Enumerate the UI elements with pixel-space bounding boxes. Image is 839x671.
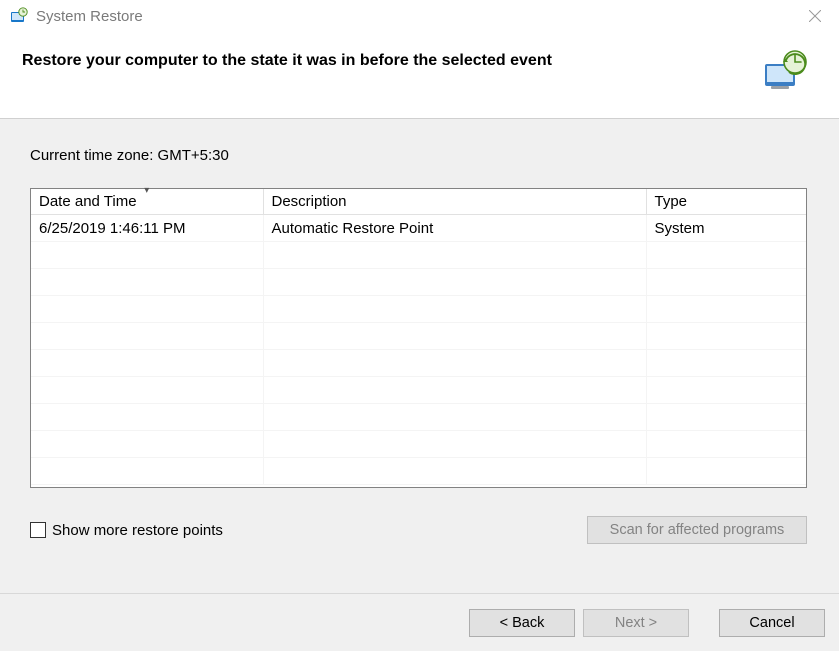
cancel-button[interactable]: Cancel <box>719 609 825 637</box>
titlebar: System Restore <box>0 0 839 32</box>
table-row[interactable] <box>31 242 806 269</box>
button-label: < Back <box>500 615 545 631</box>
show-more-restore-points-checkbox[interactable]: Show more restore points <box>30 522 223 539</box>
checkbox-label: Show more restore points <box>52 522 223 539</box>
column-header-label: Type <box>655 193 688 210</box>
cell-date: 6/25/2019 1:46:11 PM <box>31 215 263 242</box>
timezone-label: Current time zone: GMT+5:30 <box>30 147 807 164</box>
column-header-type[interactable]: Type <box>646 189 806 215</box>
column-header-label: Date and Time <box>39 193 137 210</box>
below-table-row: Show more restore points Scan for affect… <box>30 516 807 544</box>
cell-description: Automatic Restore Point <box>263 215 646 242</box>
content-panel: Current time zone: GMT+5:30 ▾ Date and T… <box>0 119 839 593</box>
table-row[interactable] <box>31 431 806 458</box>
checkbox-box-icon <box>30 522 46 538</box>
back-button[interactable]: < Back <box>469 609 575 637</box>
table-row[interactable] <box>31 458 806 485</box>
table-row[interactable] <box>31 404 806 431</box>
next-button[interactable]: Next > <box>583 609 689 637</box>
table-row[interactable] <box>31 323 806 350</box>
app-icon <box>10 7 28 25</box>
header: Restore your computer to the state it wa… <box>0 32 839 118</box>
close-icon <box>809 10 821 22</box>
page-headline: Restore your computer to the state it wa… <box>22 48 761 70</box>
table-row[interactable] <box>31 377 806 404</box>
button-label: Next > <box>615 615 657 631</box>
column-header-description[interactable]: Description <box>263 189 646 215</box>
table-row[interactable] <box>31 296 806 323</box>
column-header-date[interactable]: ▾ Date and Time <box>31 189 263 215</box>
table-row[interactable] <box>31 350 806 377</box>
table-header-row: ▾ Date and Time Description Type <box>31 189 806 215</box>
column-header-label: Description <box>272 193 347 210</box>
sort-descending-icon: ▾ <box>144 185 149 196</box>
cell-type: System <box>646 215 806 242</box>
table-row[interactable]: 6/25/2019 1:46:11 PM Automatic Restore P… <box>31 215 806 242</box>
button-label: Scan for affected programs <box>610 522 785 538</box>
button-label: Cancel <box>749 615 794 631</box>
table-row[interactable] <box>31 269 806 296</box>
window-title: System Restore <box>36 8 793 25</box>
system-restore-icon <box>761 48 809 96</box>
scan-affected-programs-button[interactable]: Scan for affected programs <box>587 516 807 544</box>
close-button[interactable] <box>793 2 837 30</box>
wizard-footer: < Back Next > Cancel <box>0 593 839 651</box>
restore-point-table: ▾ Date and Time Description Type 6/25/20… <box>30 188 807 488</box>
